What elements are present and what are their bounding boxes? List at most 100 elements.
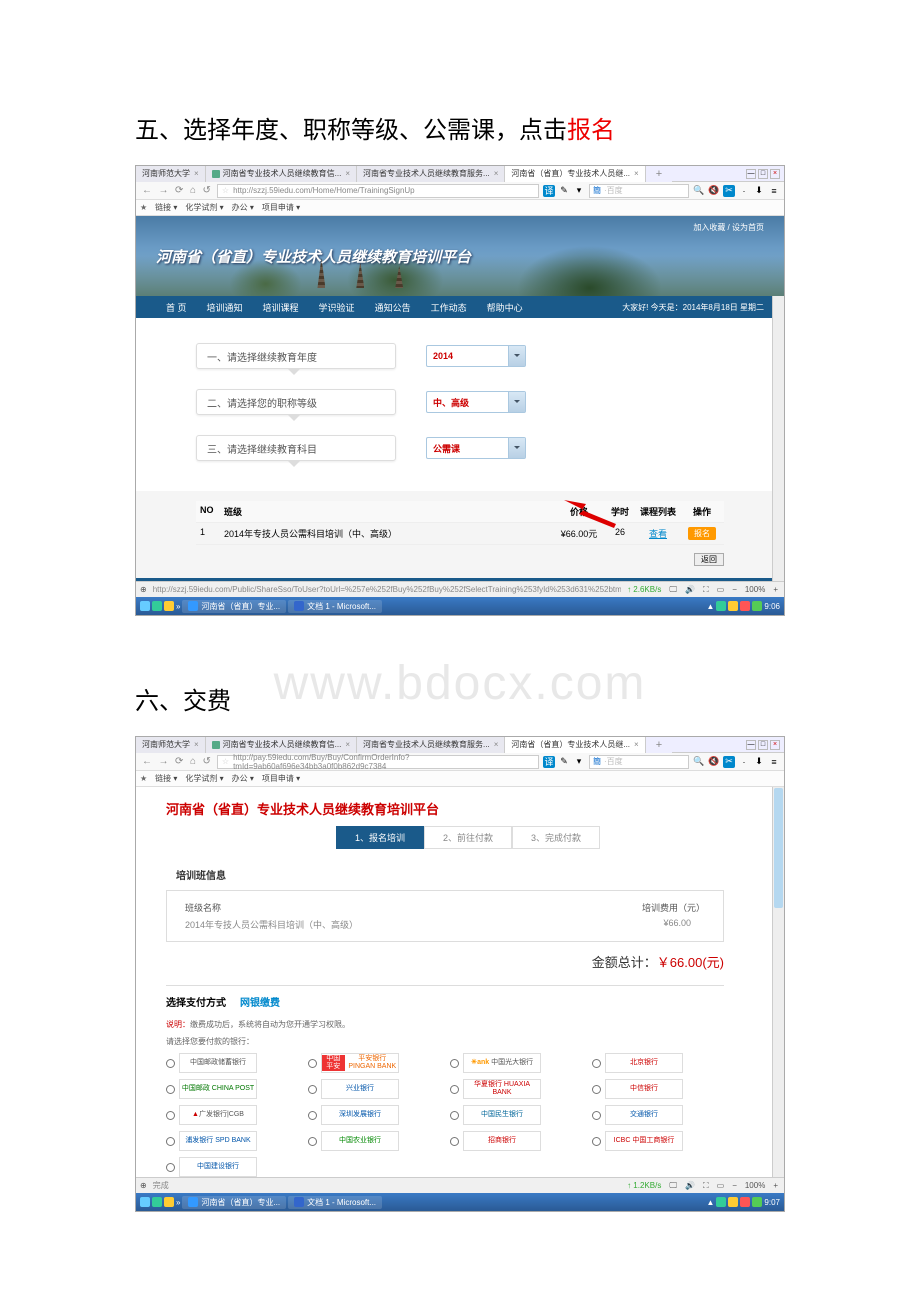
bank-option[interactable]: 华夏银行 HUAXIA BANK [450,1079,582,1099]
close-icon[interactable]: × [634,740,639,749]
nav-item[interactable]: 工作动态 [421,301,477,314]
fullscreen-icon[interactable]: ⛶ [701,585,711,595]
screenshot-icon[interactable]: ✂ [723,185,735,197]
nav-item[interactable]: 培训课程 [253,301,309,314]
taskbar-item[interactable]: 河南省（省直）专业... [182,600,286,613]
dropdown-icon[interactable]: ▾ [573,756,585,768]
bank-radio[interactable] [592,1111,601,1120]
nav-item[interactable]: 通知公告 [365,301,421,314]
bank-option[interactable]: 交通银行 [592,1105,724,1125]
bank-option[interactable]: 中国建设银行 [166,1157,298,1177]
bank-radio[interactable] [592,1059,601,1068]
taskbar-pin-icon[interactable] [152,1197,162,1207]
compat-icon[interactable]: 🖵 [667,1181,679,1191]
zoom-in-icon[interactable]: + [771,1181,780,1190]
new-tab-button[interactable]: + [646,166,672,182]
close-icon[interactable]: × [345,169,350,178]
restore-icon[interactable]: ↺ [203,185,211,196]
star-icon[interactable]: ☆ [222,186,229,195]
search-icon[interactable]: 🔍 [693,185,705,197]
zoom-fit-icon[interactable]: ▭ [715,585,727,594]
bank-option[interactable]: ☀ank中国光大银行 [450,1053,582,1073]
url-input[interactable]: ☆http://pay.59iedu.com/Buy/Buy/ConfirmOr… [217,755,539,769]
bookmark-item[interactable]: 链接 ▾ [155,773,177,784]
bank-option[interactable]: 中国农业银行 [308,1131,440,1151]
nav-item[interactable]: 学识验证 [309,301,365,314]
bank-radio[interactable] [592,1085,601,1094]
tray-icon[interactable]: ▲ [707,602,715,611]
bank-option[interactable]: 中信银行 [592,1079,724,1099]
subject-select[interactable]: 公需课 [426,437,526,459]
menu-icon[interactable]: ≡ [768,756,780,768]
bank-option[interactable]: 招商银行 [450,1131,582,1151]
fullscreen-icon[interactable]: ⛶ [701,1181,711,1191]
bookmark-item[interactable]: 链接 ▾ [155,202,177,213]
search-icon[interactable]: 🔍 [693,756,705,768]
menu-icon[interactable]: ≡ [768,185,780,197]
bank-option[interactable]: 兴业银行 [308,1079,440,1099]
sound-icon[interactable]: 🔊 [683,585,697,594]
close-icon[interactable]: × [194,169,199,178]
taskbar-item[interactable]: 河南省（省直）专业... [182,1196,286,1209]
sound-icon[interactable]: 🔊 [683,1181,697,1190]
banner-links[interactable]: 加入收藏 / 设为首页 [693,222,764,233]
bank-option[interactable]: ICBC 中国工商银行 [592,1131,724,1151]
screenshot-icon[interactable]: ✂ [723,756,735,768]
year-select[interactable]: 2014 [426,345,526,367]
back-button[interactable]: 返回 [694,553,724,566]
close-window-icon[interactable]: × [770,169,780,179]
nav-item[interactable]: 首 页 [156,301,197,314]
tray-icon[interactable] [752,601,762,611]
start-icon[interactable] [140,1197,150,1207]
close-window-icon[interactable]: × [770,740,780,750]
mute-icon[interactable]: 🔇 [708,756,720,768]
edit-icon[interactable]: ✎ [558,185,570,197]
bank-radio[interactable] [450,1059,459,1068]
bank-radio[interactable] [450,1111,459,1120]
download-icon[interactable]: ⬇ [753,756,765,768]
minimize-icon[interactable]: — [746,169,756,179]
forward-icon[interactable]: → [159,185,169,196]
home-icon[interactable]: ⌂ [190,185,196,196]
browser-tab[interactable]: 河南省专业技术人员继续教育信...× [206,166,357,182]
bookmark-item[interactable]: 项目申请 ▾ [262,773,300,784]
mute-icon[interactable]: 🔇 [708,185,720,197]
bank-radio[interactable] [308,1111,317,1120]
search-input[interactable]: 簡·百度 [589,755,689,769]
close-icon[interactable]: × [634,169,639,178]
browser-tab[interactable]: 河南师范大学× [136,737,206,753]
level-select[interactable]: 中、高级 [426,391,526,413]
zoom-fit-icon[interactable]: ▭ [715,1181,727,1190]
taskbar-pin-icon[interactable] [164,1197,174,1207]
taskbar-pin-icon[interactable] [152,601,162,611]
step-2[interactable]: 2、前往付款 [424,826,512,849]
browser-tab-active[interactable]: 河南省（省直）专业技术人员继...× [505,166,645,182]
tray-icon[interactable] [728,1197,738,1207]
back-icon[interactable]: ← [142,185,152,196]
close-icon[interactable]: × [494,169,499,178]
view-link[interactable]: 查看 [649,529,667,539]
bank-radio[interactable] [450,1085,459,1094]
bank-option[interactable]: 中国邮政储蓄银行 [166,1053,298,1073]
dropdown-icon[interactable]: ▾ [573,185,585,197]
back-icon[interactable]: ← [142,756,152,767]
translate-icon[interactable]: 译 [543,756,555,768]
restore-icon[interactable]: ↺ [203,756,211,767]
taskbar-item[interactable]: 文档 1 - Microsoft... [288,1196,382,1209]
reload-icon[interactable]: ⟳ [175,756,183,767]
enroll-button[interactable]: 报名 [688,527,716,540]
browser-tab[interactable]: 河南省专业技术人员继续教育服务...× [357,166,505,182]
browser-tab-active[interactable]: 河南省（省直）专业技术人员继...× [505,737,645,753]
bookmark-item[interactable]: 项目申请 ▾ [262,202,300,213]
maximize-icon[interactable]: □ [758,740,768,750]
tray-icon[interactable] [728,601,738,611]
bank-radio[interactable] [308,1085,317,1094]
zoom-in-icon[interactable]: + [771,585,780,594]
forward-icon[interactable]: → [159,756,169,767]
bank-radio[interactable] [308,1137,317,1146]
zoom-out-icon[interactable]: − [730,1181,739,1190]
browser-tab[interactable]: 河南省专业技术人员继续教育信...× [206,737,357,753]
reload-icon[interactable]: ⟳ [175,185,183,196]
close-icon[interactable]: × [194,740,199,749]
minimize-icon[interactable]: — [746,740,756,750]
